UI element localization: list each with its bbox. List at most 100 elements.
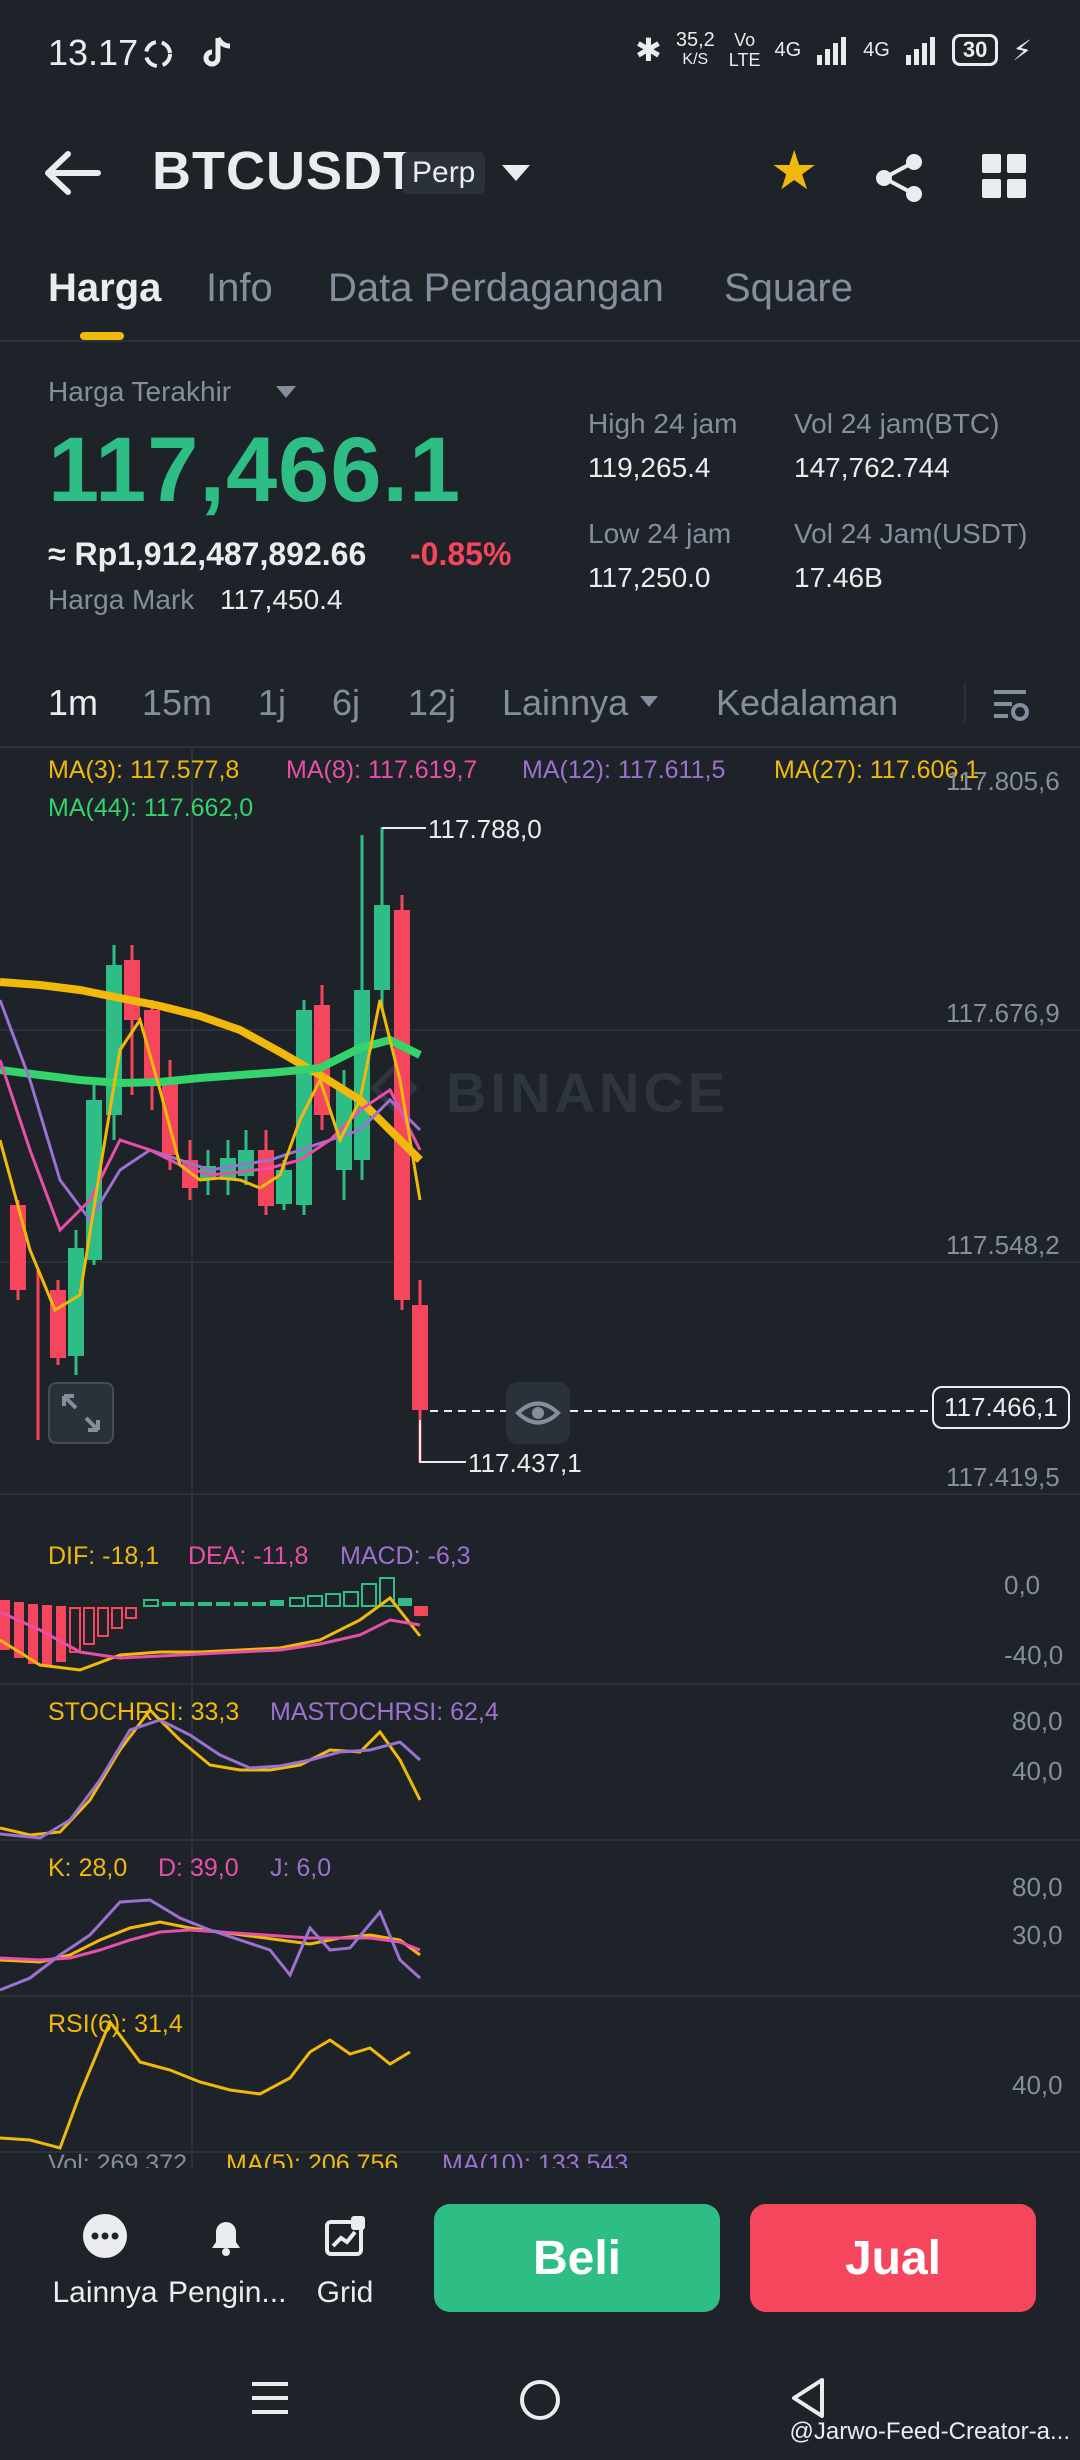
price-idr: ≈ Rp1,912,487,892.66 [48,536,367,572]
interval-12j[interactable]: 12j [408,682,456,724]
stochrsi-tick-1: 80,0 [1012,1706,1063,1736]
expand-icon [62,1394,100,1432]
action-bar: Lainnya Pengin... Grid Beli Jual [0,2168,1080,2328]
alert-action-label: Pengin... [168,2276,287,2309]
visibility-toggle-button[interactable] [506,1382,570,1444]
interval-1j[interactable]: 1j [258,682,286,724]
signal-icon [817,37,847,65]
more-dots-icon [83,2214,127,2258]
tab-harga[interactable]: Harga [48,266,161,311]
divider [964,682,966,722]
net-speed: 35,2 K/S [675,29,715,68]
y-tick-3: 117.548,2 [946,1230,1060,1260]
kdj-tick-2: 30,0 [1012,1920,1063,1950]
back-nav-icon[interactable] [786,2374,830,2422]
depth-tab[interactable]: Kedalaman [716,682,898,724]
grid-action[interactable]: Grid [300,2212,390,2310]
sell-button[interactable]: Jual [750,2204,1036,2312]
alert-action[interactable]: Pengin... [168,2212,287,2310]
active-tab-indicator [80,332,124,340]
symbol-title[interactable]: BTCUSDT [152,140,417,202]
creator-credit: @Jarwo-Feed-Creator-a... [789,2418,1070,2445]
stochrsi-line [0,1707,422,1837]
charging-icon: ⚡ [1012,34,1032,66]
last-price-dropdown-icon[interactable] [276,386,296,398]
high-24h-value: 119,265.4 [588,452,711,483]
tiktok-icon [203,36,231,67]
mastochrsi-legend: MASTOCHRSI: 62,4 [270,1698,499,1726]
grid-bot-icon [325,2216,365,2256]
interval-6j[interactable]: 6j [332,682,360,724]
status-time: 13.17 [48,32,139,73]
battery-icon: 30 [951,34,999,66]
low-marker-label: 117.437,1 [468,1448,582,1478]
more-action[interactable]: Lainnya [52,2212,158,2310]
chart-settings-icon[interactable] [990,684,1030,724]
bell-icon [212,2222,240,2256]
vol-btc-label: Vol 24 jam(BTC) [794,408,1000,439]
symbol-dropdown-icon[interactable] [502,165,530,181]
fullscreen-button[interactable] [48,1382,114,1444]
macd-dea-legend: DEA: -11,8 [188,1542,309,1570]
candles [10,827,428,1462]
rsi-legend: RSI(6): 31,4 [48,2010,183,2038]
interval-bar: 1m 15m 1j 6j 12j Lainnya Kedalaman [0,676,1080,748]
eye-icon [515,1401,561,1425]
current-price-tag: 117.466,1 [932,1386,1070,1429]
kdj-j-line [0,1898,422,1992]
back-arrow-icon[interactable] [44,148,104,198]
network-1: 4G [774,38,802,61]
status-bar: 13.17 ✱ 35,2 K/S Vo LTE 4G 4G 30 ⚡ [0,0,1080,110]
macd-value-legend: MACD: -6,3 [340,1542,471,1570]
kdj-j-legend: J: 6,0 [270,1854,332,1882]
kdj-d-legend: D: 39,0 [158,1854,239,1882]
share-icon[interactable] [872,150,928,206]
last-price: 117,466.1 [48,419,462,521]
kdj-tick-1: 80,0 [1012,1872,1063,1902]
vol-btc-value: 147,762.744 [794,452,950,483]
interval-15m[interactable]: 15m [142,682,212,724]
grid-action-label: Grid [316,2276,374,2309]
rsi-line [0,2019,411,2150]
ma3-legend: MA(3): 117.577,8 [48,756,240,784]
recent-apps-icon[interactable] [248,2376,292,2420]
y-tick-2: 117.676,9 [946,998,1060,1028]
ma44-legend: MA(44): 117.662,0 [48,794,254,822]
y-tick-4: 117.419,5 [946,1462,1060,1492]
low-24h-label: Low 24 jam [588,518,732,549]
favorite-star-icon[interactable]: ★ [770,144,818,198]
macd-dif-legend: DIF: -18,1 [48,1542,160,1570]
kdj-k-legend: K: 28,0 [48,1854,128,1882]
high-24h-label: High 24 jam [588,408,738,439]
interval-more[interactable]: Lainnya [502,682,628,724]
mark-price: 117,450.4 [220,584,343,615]
more-action-label: Lainnya [52,2276,158,2309]
contract-badge: Perp [402,152,486,194]
macd-tick-1: 0,0 [1004,1570,1041,1600]
bluetooth-icon: ✱ [635,32,662,68]
interval-more-caret-icon [640,696,658,707]
tab-info[interactable]: Info [206,266,273,311]
grid-menu-icon[interactable] [982,154,1026,198]
interval-1m[interactable]: 1m [48,682,98,724]
tab-data-perdagangan[interactable]: Data Perdagangan [328,266,664,311]
stochrsi-tick-2: 40,0 [1012,1756,1063,1786]
header: BTCUSDT Perp ★ [0,130,1080,220]
vol-usdt-label: Vol 24 Jam(USDT) [794,518,1028,549]
home-icon[interactable] [516,2376,564,2424]
buy-button[interactable]: Beli [434,2204,720,2312]
macd-tick-2: -40,0 [1004,1640,1064,1670]
price-change: -0.85% [410,536,512,572]
last-price-label[interactable]: Harga Terakhir [48,376,231,408]
rsi-tick-1: 40,0 [1012,2070,1063,2100]
low-24h-value: 117,250.0 [588,562,711,593]
tab-square[interactable]: Square [724,266,853,311]
y-tick-1: 117.805,6 [946,766,1060,796]
signal-icon-2 [905,37,935,65]
network-2: 4G [863,38,890,61]
volte-indicator: Vo LTE [728,30,761,70]
ma8-legend: MA(8): 117.619,7 [286,756,478,784]
mastochrsi-line [0,1718,422,1840]
status-icons: ✱ 35,2 K/S Vo LTE 4G 4G 30 ⚡ [635,30,1032,70]
kdj-k-line [0,1920,421,1964]
